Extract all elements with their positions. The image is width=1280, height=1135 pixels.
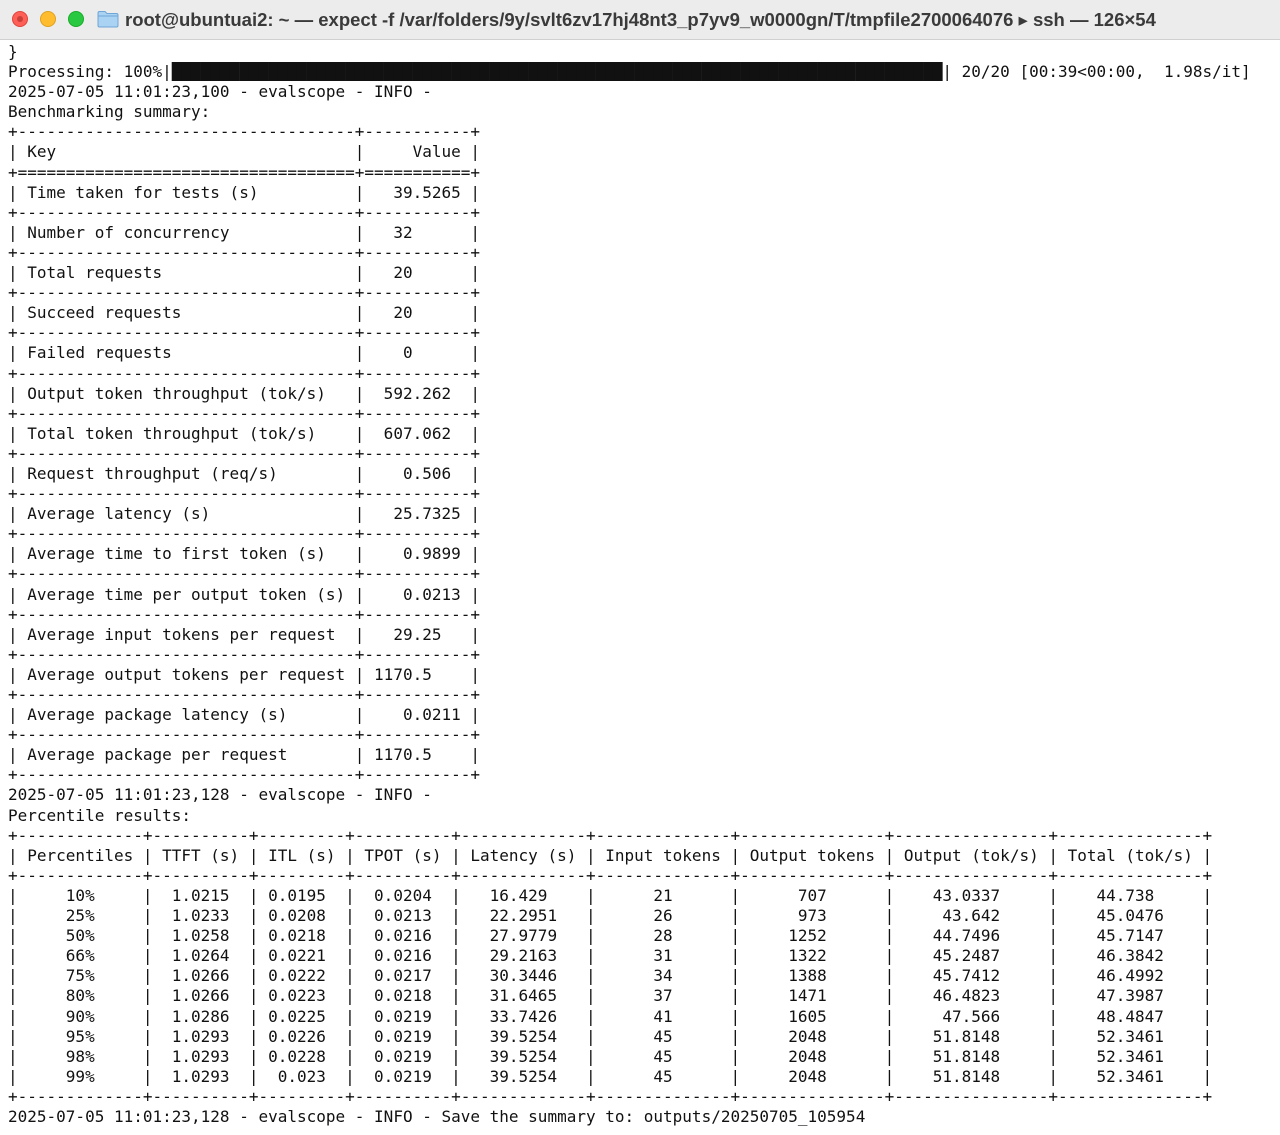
terminal-line: | Average package latency (s) | 0.0211 | (8, 705, 481, 725)
terminal-line: } (8, 42, 18, 61)
terminal-line: | 10% | 1.0215 | 0.0195 | 0.0204 | 16.42… (8, 885, 1213, 905)
terminal-line: | 98% | 1.0293 | 0.0228 | 0.0219 | 39.52… (8, 1046, 1213, 1066)
terminal-line: +-----------------------------------+---… (8, 604, 481, 624)
terminal-line: | 50% | 1.0258 | 0.0218 | 0.0216 | 27.97… (8, 926, 1213, 946)
terminal-line: +-------------+----------+---------+----… (8, 1086, 1213, 1106)
terminal-line: +-----------------------------------+---… (8, 323, 481, 343)
title-bar[interactable]: root@ubuntuai2: ~ — expect -f /var/folde… (0, 0, 1280, 40)
terminal-line: +-----------------------------------+---… (8, 403, 481, 423)
terminal-line: +-----------------------------------+---… (8, 122, 481, 142)
terminal-line: +===================================+===… (8, 162, 481, 182)
terminal-line: | Average output tokens per request | 11… (8, 664, 481, 684)
terminal-line: | Succeed requests | 20 | (8, 303, 481, 323)
close-icon[interactable] (12, 11, 28, 27)
terminal-line: | Average latency (s) | 25.7325 | (8, 504, 481, 524)
terminal-line: | Time taken for tests (s) | 39.5265 | (8, 182, 481, 202)
terminal-line: 2025-07-05 11:01:23,128 - evalscope - IN… (8, 1106, 866, 1126)
terminal-line: +-----------------------------------+---… (8, 524, 481, 544)
terminal-line: | 25% | 1.0233 | 0.0208 | 0.0213 | 22.29… (8, 906, 1213, 926)
terminal-line: +-----------------------------------+---… (8, 443, 481, 463)
terminal-line: +-----------------------------------+---… (8, 283, 481, 303)
terminal-line: | Percentiles | TTFT (s) | ITL (s) | TPO… (8, 845, 1213, 865)
terminal-line: | Request throughput (req/s) | 0.506 | (8, 463, 481, 483)
terminal-line: | 80% | 1.0266 | 0.0223 | 0.0218 | 31.64… (8, 986, 1213, 1006)
window-title: root@ubuntuai2: ~ — expect -f /var/folde… (125, 9, 1156, 30)
terminal-line: +-------------+----------+---------+----… (8, 825, 1213, 845)
terminal-line: +-----------------------------------+---… (8, 685, 481, 704)
maximize-icon[interactable] (68, 11, 84, 27)
terminal-line: Processing: 100%|███████████████████████… (8, 62, 1251, 82)
terminal-line: +-----------------------------------+---… (8, 202, 481, 222)
terminal-line: +-----------------------------------+---… (8, 484, 481, 504)
terminal-line: | 75% | 1.0266 | 0.0222 | 0.0217 | 30.34… (8, 966, 1213, 986)
terminal-line: +-----------------------------------+---… (8, 725, 481, 745)
terminal-line: 2025-07-05 11:01:23,100 - evalscope - IN… (8, 82, 432, 102)
terminal-line: | Output token throughput (tok/s) | 592.… (8, 383, 481, 403)
terminal-line: +-----------------------------------+---… (8, 765, 481, 785)
minimize-icon[interactable] (40, 11, 56, 27)
terminal-line: | Failed requests | 0 | (8, 343, 481, 363)
terminal-line: | Average time to first token (s) | 0.98… (8, 544, 481, 564)
terminal-line: +-----------------------------------+---… (8, 242, 481, 262)
terminal-line: | Total requests | 20 | (8, 263, 481, 283)
terminal-line: +-------------+----------+---------+----… (8, 865, 1213, 885)
terminal-line: | 95% | 1.0293 | 0.0226 | 0.0219 | 39.52… (8, 1026, 1213, 1046)
terminal-line: | Total token throughput (tok/s) | 607.0… (8, 423, 481, 443)
terminal-line: +-----------------------------------+---… (8, 644, 481, 664)
terminal-line: +-----------------------------------+---… (8, 363, 481, 383)
terminal-line: | Number of concurrency | 32 | (8, 222, 481, 242)
terminal-line: | Average package per request | 1170.5 | (8, 745, 481, 765)
terminal-line: Percentile results: (8, 805, 192, 825)
terminal-line: +-----------------------------------+---… (8, 564, 481, 584)
terminal-line: | 66% | 1.0264 | 0.0221 | 0.0216 | 29.21… (8, 946, 1213, 966)
folder-icon (97, 11, 119, 28)
terminal-window: root@ubuntuai2: ~ — expect -f /var/folde… (0, 0, 1280, 1135)
terminal-line: | 90% | 1.0286 | 0.0225 | 0.0219 | 33.74… (8, 1006, 1213, 1026)
terminal-line: Benchmarking summary: (8, 102, 211, 122)
terminal-line: | Average input tokens per request | 29.… (8, 624, 481, 644)
terminal-line: | Average time per output token (s) | 0.… (8, 584, 481, 604)
terminal-line: 2025-07-05 11:01:23,128 - evalscope - IN… (8, 785, 432, 805)
terminal-line: | 99% | 1.0293 | 0.023 | 0.0219 | 39.525… (8, 1066, 1213, 1086)
terminal-output[interactable]: } Processing: 100%|██████████████████████… (8, 42, 1276, 1132)
terminal-line: | Key | Value | (8, 142, 481, 162)
